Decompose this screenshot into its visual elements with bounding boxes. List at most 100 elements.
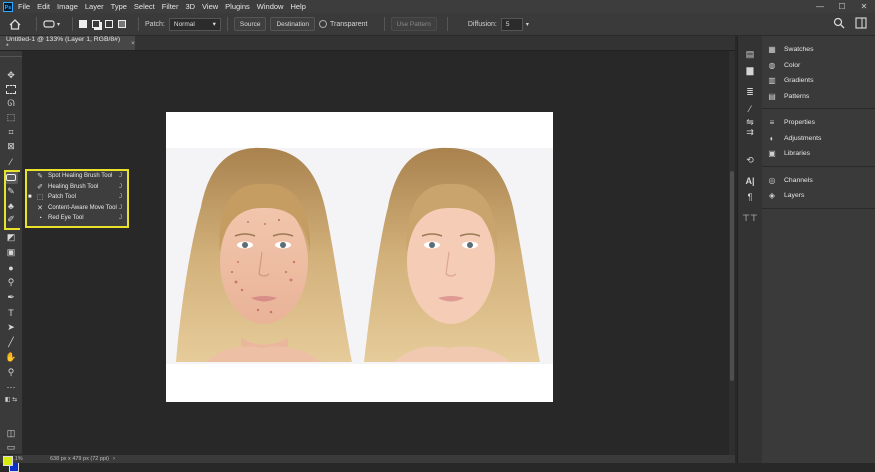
patterns-icon: ▤ <box>768 91 776 101</box>
flyout-item-healing-brush[interactable]: ✐ Healing Brush Tool J <box>27 182 127 193</box>
menu-layer[interactable]: Layer <box>85 2 104 11</box>
destination-button[interactable]: Destination <box>270 17 316 31</box>
separator <box>446 17 448 31</box>
transparent-checkbox[interactable]: Transparent <box>319 20 368 28</box>
comments-icon[interactable]: ▆ <box>743 64 757 77</box>
marquee-tool-icon[interactable] <box>4 83 18 96</box>
workspace-icon[interactable] <box>855 17 867 29</box>
use-pattern-button[interactable]: Use Pattern <box>390 17 437 31</box>
shortcut-key: J <box>119 215 122 222</box>
panel-patterns[interactable]: ▤ Patterns <box>762 89 875 105</box>
brushes-icon[interactable]: ⁄ <box>743 102 757 115</box>
vertical-scrollbar[interactable] <box>729 51 735 455</box>
default-colors-icon[interactable]: ◧ ⇆ <box>4 393 18 406</box>
close-window-button[interactable]: ✕ <box>853 2 875 11</box>
panel-label: Layers <box>784 192 805 200</box>
chevron-down-icon[interactable]: ▾ <box>526 21 529 28</box>
panel-group-properties: ≡ Properties ◐ Adjustments ▣ Libraries <box>762 109 875 167</box>
dodge-tool-icon[interactable]: ⚲ <box>4 276 18 289</box>
character-icon[interactable]: A| <box>743 174 757 187</box>
tool-preset-picker[interactable]: ▾ <box>43 19 60 29</box>
panel-libraries[interactable]: ▣ Libraries <box>762 146 875 162</box>
screen-mode-icon[interactable]: ▭ <box>4 441 18 454</box>
patch-mode-select[interactable]: Normal ▾ <box>168 17 221 31</box>
object-selection-tool-icon[interactable]: ⬚ <box>4 111 18 124</box>
flyout-item-label: Healing Brush Tool <box>48 183 99 190</box>
diffusion-field[interactable]: 5 <box>500 17 523 31</box>
foreground-color-swatch[interactable] <box>3 456 13 466</box>
spot-healing-icon: ✎ <box>37 173 43 181</box>
search-icon[interactable] <box>833 17 845 29</box>
intersect-selection-icon[interactable] <box>118 20 127 28</box>
lasso-tool-icon[interactable]: ᘏ <box>4 97 18 110</box>
menu-view[interactable]: View <box>202 2 218 11</box>
menu-type[interactable]: Type <box>111 2 127 11</box>
line-tool-icon[interactable]: ╱ <box>4 336 18 349</box>
hand-tool-icon[interactable]: ✋ <box>4 351 18 364</box>
menu-select[interactable]: Select <box>134 2 155 11</box>
patch-preset-icon <box>43 20 55 28</box>
history-icon[interactable]: ▤ <box>743 48 757 61</box>
search-workspace-group <box>833 17 867 29</box>
move-tool-icon[interactable]: ✥ <box>4 69 18 82</box>
gradient-tool-icon[interactable]: ▣ <box>4 246 18 259</box>
flyout-item-red-eye[interactable]: ◔ Red Eye Tool J <box>27 213 127 224</box>
menu-plugins[interactable]: Plugins <box>225 2 250 11</box>
menu-filter[interactable]: Filter <box>162 2 179 11</box>
chevron-down-icon: ▾ <box>57 21 61 28</box>
brush-settings-icon[interactable]: ≣ <box>743 86 757 99</box>
panel-adjustments[interactable]: ◐ Adjustments <box>762 131 875 147</box>
eraser-tool-icon[interactable]: ◩ <box>4 231 18 244</box>
panel-channels[interactable]: ◎ Channels <box>762 173 875 189</box>
patch-label: Patch: <box>145 20 165 28</box>
shortcut-key: J <box>119 194 122 201</box>
menu-file[interactable]: File <box>18 2 30 11</box>
healing-brush-icon: ✐ <box>37 183 43 191</box>
panel-gradients[interactable]: ▥ Gradients <box>762 73 875 89</box>
flyout-item-spot-healing[interactable]: ✎ Spot Healing Brush Tool J <box>27 171 127 182</box>
paragraph-icon[interactable]: ¶ <box>743 190 757 203</box>
type-tool-icon[interactable]: T <box>4 306 18 319</box>
menu-edit[interactable]: Edit <box>37 2 50 11</box>
shortcut-key: J <box>119 173 122 180</box>
history-states-icon[interactable]: ⟲ <box>743 154 757 167</box>
eyedropper-tool-icon[interactable]: ⁄ <box>4 155 18 168</box>
add-selection-icon[interactable] <box>92 20 101 28</box>
document-tab[interactable]: Untitled-1 @ 133% (Layer 1, RGB/8#) * × <box>0 36 135 50</box>
maximize-button[interactable]: ☐ <box>831 2 853 11</box>
subtract-selection-icon[interactable] <box>105 20 114 28</box>
crop-tool-icon[interactable]: ⌗ <box>4 126 18 139</box>
zoom-tool-icon[interactable]: ⚲ <box>4 366 18 379</box>
panel-swatches[interactable]: ▦ Swatches <box>762 42 875 58</box>
paths-icon[interactable]: ⊤⊤ <box>742 212 758 225</box>
flyout-item-patch[interactable]: ■ ⬚ Patch Tool J <box>27 192 127 203</box>
collapsed-panel-strip: ▤ ▆ ≣ ⁄ ⇋ ⇉ ⟲ A| ¶ ⊤⊤ <box>737 36 763 463</box>
flyout-item-content-aware-move[interactable]: ✕ Content-Aware Move Tool J <box>27 203 127 214</box>
home-button[interactable] <box>0 18 30 30</box>
panel-properties[interactable]: ≡ Properties <box>762 115 875 131</box>
menu-bar: Ps File Edit Image Layer Type Select Fil… <box>0 0 875 13</box>
close-tab-icon[interactable]: × <box>131 40 135 47</box>
actions-icon[interactable] <box>743 128 757 141</box>
minimize-button[interactable]: — <box>809 2 831 11</box>
quick-mask-icon[interactable]: ◫ <box>4 427 18 440</box>
document-canvas[interactable] <box>166 112 553 402</box>
chevron-right-icon[interactable]: › <box>113 456 115 462</box>
panel-color[interactable]: ◍ Color <box>762 58 875 74</box>
toolbar-grip[interactable] <box>0 51 22 57</box>
scrollbar-thumb[interactable] <box>730 171 734 381</box>
path-selection-tool-icon[interactable]: ➤ <box>4 321 18 334</box>
panel-layers[interactable]: ◈ Layers <box>762 188 875 204</box>
menu-3d[interactable]: 3D <box>185 2 195 11</box>
blur-tool-icon[interactable]: ● <box>4 261 18 274</box>
frame-tool-icon[interactable]: ⊠ <box>4 140 18 153</box>
menu-window[interactable]: Window <box>257 2 284 11</box>
new-selection-icon[interactable] <box>79 20 88 28</box>
pen-tool-icon[interactable]: ✒ <box>4 291 18 304</box>
panel-group-layers: ◎ Channels ◈ Layers <box>762 167 875 209</box>
menu-help[interactable]: Help <box>290 2 305 11</box>
adjustments-icon: ◐ <box>769 133 775 143</box>
source-button[interactable]: Source <box>233 17 267 31</box>
home-icon <box>9 18 21 30</box>
menu-image[interactable]: Image <box>57 2 78 11</box>
